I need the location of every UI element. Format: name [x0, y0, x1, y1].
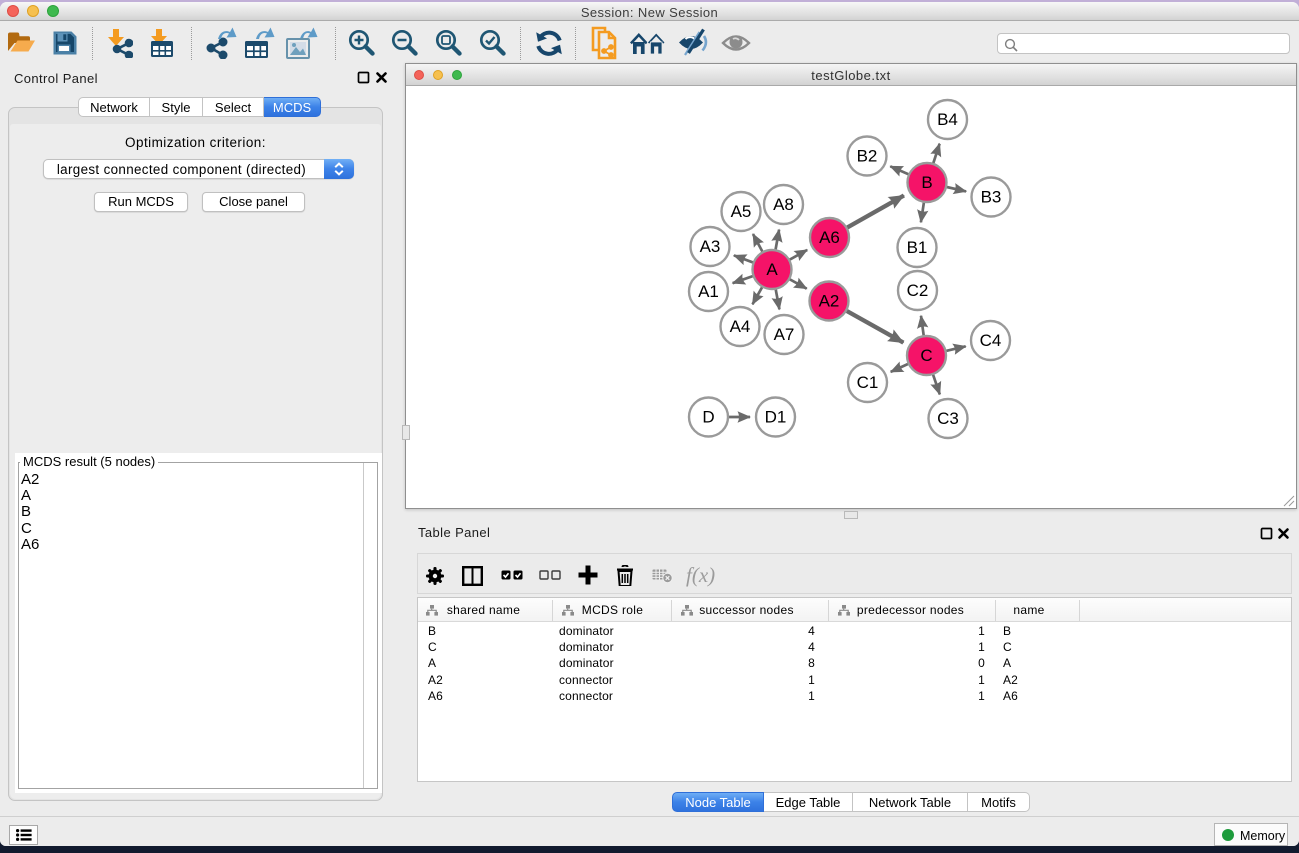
svg-text:B: B — [921, 173, 932, 192]
svg-text:A3: A3 — [700, 237, 721, 256]
svg-text:C2: C2 — [907, 281, 929, 300]
svg-text:A6: A6 — [819, 228, 840, 247]
svg-text:A2: A2 — [819, 292, 840, 311]
svg-text:A4: A4 — [730, 317, 751, 336]
svg-text:B2: B2 — [857, 147, 878, 166]
svg-text:D1: D1 — [765, 408, 787, 427]
svg-text:A8: A8 — [773, 195, 794, 214]
svg-text:B1: B1 — [907, 238, 928, 257]
svg-text:A5: A5 — [731, 202, 752, 221]
svg-text:C: C — [920, 346, 932, 365]
svg-text:A7: A7 — [774, 325, 795, 344]
svg-text:B3: B3 — [981, 188, 1002, 207]
svg-text:C4: C4 — [980, 331, 1002, 350]
svg-text:C1: C1 — [857, 373, 879, 392]
svg-text:B4: B4 — [937, 110, 958, 129]
svg-text:D: D — [702, 408, 714, 427]
svg-text:A1: A1 — [698, 282, 719, 301]
svg-text:A: A — [766, 260, 778, 279]
svg-text:C3: C3 — [937, 409, 959, 428]
